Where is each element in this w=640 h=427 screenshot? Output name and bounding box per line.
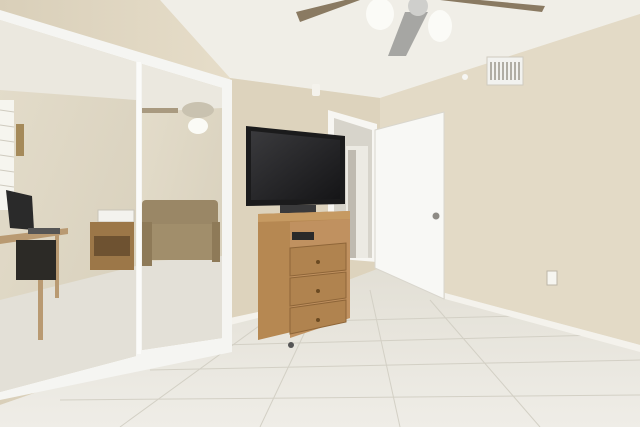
open-door[interactable] [374,111,445,300]
bedroom-photo [0,0,640,427]
reflected-sofa [142,200,220,266]
flat-screen-tv[interactable] [246,126,345,213]
reflected-picture [16,124,24,156]
smoke-detector [462,74,468,80]
air-vent [486,56,524,86]
door-knob[interactable] [432,212,440,220]
thermostat [312,84,320,96]
wall-outlet [546,270,558,286]
